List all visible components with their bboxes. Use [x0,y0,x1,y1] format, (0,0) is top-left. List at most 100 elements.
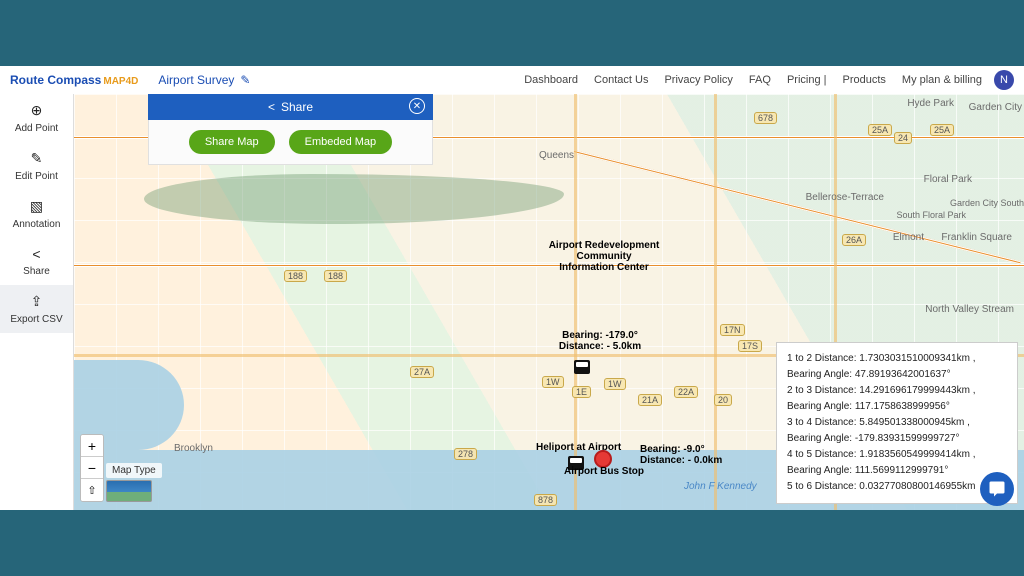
poi-line: Community [504,251,704,262]
left-toolbar: ⊕ Add Point ✎ Edit Point ▧ Annotation < … [0,94,74,510]
comment-icon: ▧ [30,198,43,215]
share-panel-title: Share [281,100,313,114]
place-label: Franklin Square [941,232,1012,243]
plus-circle-icon: ⊕ [31,102,43,119]
share-panel: < Share ✕ Share Map Embeded Map [148,94,433,165]
top-nav: Route Compass MAP4D Airport Survey ✎ Das… [0,66,1024,94]
brand-main: Route Compass [10,73,101,87]
poi-line: Airport Redevelopment [504,240,704,251]
share-panel-header: < Share ✕ [148,94,433,120]
route-badge: 278 [454,448,477,460]
info-line: Bearing Angle: -179.83931599999727° [787,431,1007,447]
poi-line: Distance: - 0.0km [640,455,722,466]
nav-pricing[interactable]: Pricing | [787,74,827,86]
route-badge: 1W [542,376,564,388]
nav-links: Dashboard Contact Us Privacy Policy FAQ … [524,74,982,86]
info-line: 3 to 4 Distance: 5.849501338000945km , [787,415,1007,431]
place-label: Elmont [893,232,924,243]
info-line: 5 to 6 Distance: 0.03277080800146955km [787,479,1007,495]
place-label: Bellerose-Terrace [806,192,884,203]
poi-bearing-block: Bearing: -179.0° Distance: - 5.0km [530,330,670,352]
tool-label: Edit Point [15,171,58,182]
route-badge: 1W [604,378,626,390]
airport-label: John F Kennedy [684,481,757,492]
survey-title-text: Airport Survey [158,73,234,87]
map-canvas[interactable]: Hyde Park Garden City Floral Park Beller… [74,94,1024,510]
nav-contact[interactable]: Contact Us [594,74,648,86]
chat-button[interactable] [980,472,1014,506]
brand-sub: MAP4D [103,76,138,87]
route-badge: 24 [894,132,912,144]
poi-bearing-block: Bearing: -9.0° Distance: - 0.0km [640,444,722,466]
route-badge: 20 [714,394,732,406]
app-root: Route Compass MAP4D Airport Survey ✎ Das… [0,66,1024,510]
route-badge: 27A [410,366,434,378]
route-badge: 22A [674,386,698,398]
tool-export-csv[interactable]: ⇪ Export CSV [0,285,73,333]
brand-logo[interactable]: Route Compass MAP4D [10,73,138,87]
route-badge: 25A [868,124,892,136]
map-type-label[interactable]: Map Type [106,463,162,478]
place-label: Floral Park [924,174,972,185]
tool-label: Annotation [13,219,61,230]
close-icon[interactable]: ✕ [409,98,425,114]
place-label: Garden City South [950,198,1024,208]
avatar-initial: N [1000,74,1008,86]
route-badge: 188 [324,270,347,282]
route-badge: 678 [754,112,777,124]
zoom-control: + − ⇧ [80,434,104,502]
info-line: 2 to 3 Distance: 14.291696179999443km , [787,383,1007,399]
poi-info-center: Airport Redevelopment Community Informat… [504,240,704,273]
map-type-thumbnail[interactable] [106,480,152,502]
route-badge: 17S [738,340,762,352]
tool-add-point[interactable]: ⊕ Add Point [0,94,73,142]
place-label: Hyde Park [907,98,954,109]
export-icon: ⇪ [31,293,43,310]
route-badge: 21A [638,394,662,406]
place-label: Garden City [969,102,1022,113]
nav-products[interactable]: Products [842,74,885,86]
tool-annotation[interactable]: ▧ Annotation [0,190,73,238]
route-badge: 878 [534,494,557,506]
route-badge: 188 [284,270,307,282]
place-label: North Valley Stream [925,304,1014,315]
nav-privacy[interactable]: Privacy Policy [664,74,732,86]
share-panel-body: Share Map Embeded Map [148,120,433,165]
tool-label: Share [23,266,50,277]
bus-icon [574,360,590,374]
route-badge: 17N [720,324,745,336]
poi-line: Bearing: -179.0° [530,330,670,341]
info-line: Bearing Angle: 117.1758638999956° [787,399,1007,415]
share-icon: < [32,246,40,262]
poi-line: Distance: - 5.0km [530,341,670,352]
zoom-out-button[interactable]: − [81,457,103,479]
tool-label: Export CSV [10,314,62,325]
tool-label: Add Point [15,123,58,134]
avatar[interactable]: N [994,70,1014,90]
tool-edit-point[interactable]: ✎ Edit Point [0,142,73,190]
place-label: South Floral Park [896,210,966,220]
nav-dashboard[interactable]: Dashboard [524,74,578,86]
info-line: Bearing Angle: 47.89193642001637° [787,367,1007,383]
nav-faq[interactable]: FAQ [749,74,771,86]
tool-share[interactable]: < Share [0,238,73,285]
nav-plan[interactable]: My plan & billing [902,74,982,86]
place-label: Queens [539,150,574,161]
embed-map-button[interactable]: Embeded Map [289,130,393,154]
chat-icon [988,480,1006,498]
info-line: 4 to 5 Distance: 1.9183560549999414km , [787,447,1007,463]
route-badge: 26A [842,234,866,246]
compass-button[interactable]: ⇧ [81,479,103,501]
info-line: 1 to 2 Distance: 1.7303031510009341km , [787,351,1007,367]
poi-line: Information Center [504,262,704,273]
place-label: Brooklyn [174,443,213,454]
poi-line: Bearing: -9.0° [640,444,722,455]
pencil-icon[interactable]: ✎ [240,73,250,87]
route-badge: 25A [930,124,954,136]
info-line: Bearing Angle: 111.5699112999791° [787,463,1007,479]
zoom-in-button[interactable]: + [81,435,103,457]
survey-title[interactable]: Airport Survey ✎ [158,73,250,87]
poi-bus-stop: Airport Bus Stop [564,466,644,477]
share-map-button[interactable]: Share Map [189,130,275,154]
route-badge: 1E [572,386,591,398]
